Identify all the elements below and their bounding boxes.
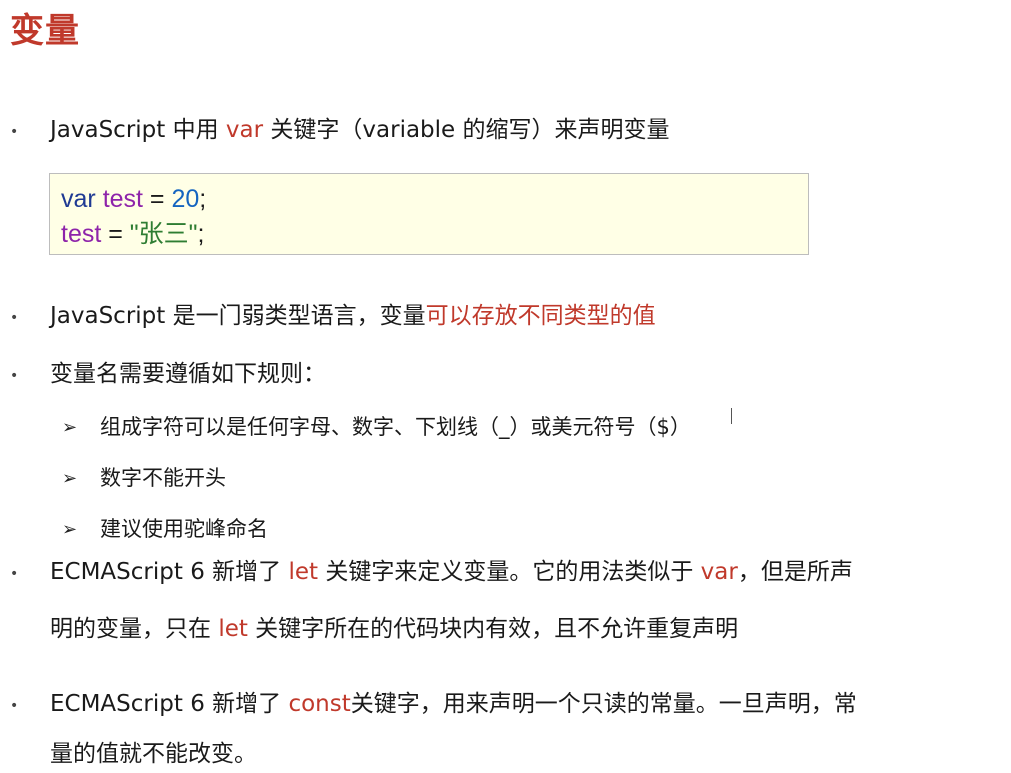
bullet-text: ECMAScript 6 新增了 (50, 691, 289, 717)
slide-title: 变量 (10, 11, 80, 51)
keyword-highlight: var (225, 117, 264, 143)
bullet-text: JavaScript 是一门弱类型语言，变量 (50, 303, 426, 329)
bullet-let-line-1: ECMAScript 6 新增了 let 关键字来定义变量。它的用法类似于 va… (50, 556, 853, 588)
arrow-bullet-icon: ➢ (62, 417, 78, 438)
code-keyword: var (61, 185, 96, 213)
code-semicolon: ; (199, 185, 207, 213)
code-example-box: var test = 20; test = "张三"; (49, 173, 809, 255)
bullet-dot-icon: • (10, 368, 19, 384)
bullet-text: ，但是所声 (737, 559, 853, 585)
bullet-var-keyword: JavaScript 中用 var 关键字（variable 的缩写）来声明变量 (50, 114, 670, 146)
bullet-dot-icon: • (10, 310, 19, 326)
bullet-text: 明的变量，只在 (50, 616, 219, 642)
bullet-text: 关键字，用来声明一个只读的常量。一旦声明，常 (350, 691, 857, 717)
arrow-bullet-icon: ➢ (62, 519, 78, 540)
code-operator: = (142, 185, 172, 213)
bullet-let-line-2: 明的变量，只在 let 关键字所在的代码块内有效，且不允许重复声明 (50, 613, 738, 645)
code-variable: test (102, 185, 143, 213)
code-variable: test (61, 220, 102, 248)
rule-item: 数字不能开头 (100, 466, 226, 490)
arrow-bullet-icon: ➢ (62, 468, 78, 489)
bullet-dot-icon: • (10, 566, 19, 582)
text-cursor (731, 408, 732, 424)
keyword-highlight: let (288, 559, 319, 585)
code-line-1: var test = 20; (61, 182, 797, 217)
rule-item: 建议使用驼峰命名 (100, 517, 268, 541)
rule-item: 组成字符可以是任何字母、数字、下划线（_）或美元符号（$） (100, 415, 691, 439)
bullet-naming-rules: 变量名需要遵循如下规则： (50, 361, 326, 387)
code-line-2: test = "张三"; (61, 217, 797, 252)
bullet-text: 关键字来定义变量。它的用法类似于 (318, 559, 701, 585)
bullet-text: ECMAScript 6 新增了 (50, 559, 289, 585)
keyword-highlight: var (700, 559, 738, 585)
bullet-dot-icon: • (10, 698, 19, 714)
bullet-text: 关键字（variable 的缩写）来声明变量 (263, 117, 670, 143)
bullet-const-line-2: 量的值就不能改变。 (50, 741, 257, 767)
bullet-dot-icon: • (10, 124, 19, 140)
bullet-text: 关键字所在的代码块内有效，且不允许重复声明 (247, 616, 739, 642)
code-string: "张三" (129, 220, 198, 248)
code-semicolon: ; (197, 220, 205, 248)
code-number: 20 (171, 185, 200, 213)
code-operator: = (101, 220, 130, 248)
bullet-weak-typing: JavaScript 是一门弱类型语言，变量可以存放不同类型的值 (50, 300, 656, 332)
bullet-const-line-1: ECMAScript 6 新增了 const关键字，用来声明一个只读的常量。一旦… (50, 688, 857, 720)
keyword-highlight: const (288, 691, 351, 717)
keyword-highlight: let (218, 616, 248, 642)
highlight-text: 可以存放不同类型的值 (425, 303, 656, 329)
bullet-text: JavaScript 中用 (50, 117, 226, 143)
